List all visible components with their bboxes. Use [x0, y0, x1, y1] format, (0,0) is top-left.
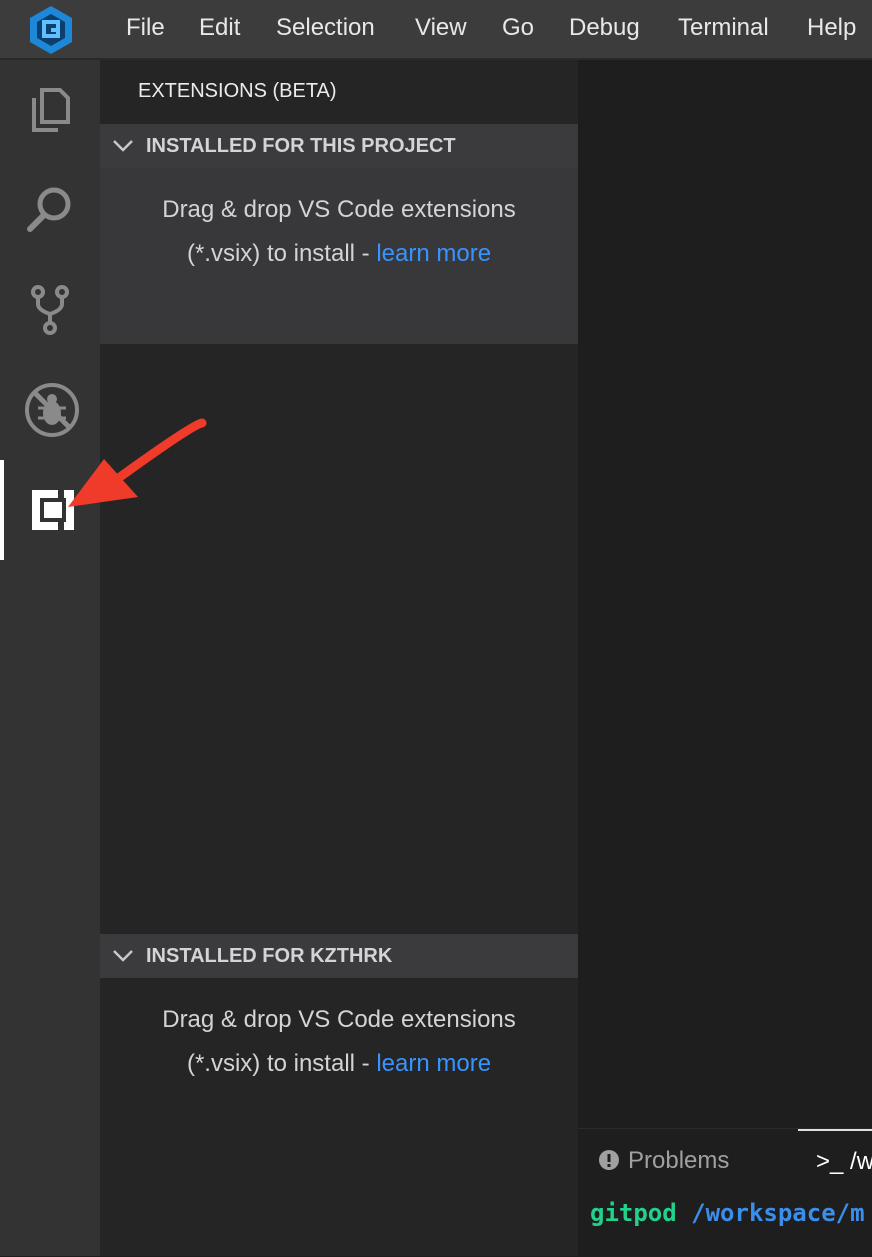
tab-problems-label: Problems: [628, 1147, 730, 1174]
menu-file[interactable]: File: [126, 0, 165, 58]
menu-debug[interactable]: Debug: [569, 0, 640, 58]
menu-selection[interactable]: Selection: [276, 0, 375, 58]
annotation-arrow-icon: [68, 418, 207, 507]
search-button[interactable]: [0, 160, 100, 260]
editor-area[interactable]: [578, 60, 872, 1128]
drop-hint-prefix: (*.vsix) to install -: [186, 240, 377, 267]
drop-hint-prefix: (*.vsix) to install -: [186, 1050, 377, 1077]
bottom-panel: Problems >_ /w gitpod /workspace/m: [578, 1128, 872, 1257]
menu-view[interactable]: View: [415, 0, 467, 58]
explorer-button[interactable]: [0, 60, 100, 160]
drop-hint-line2: (*.vsix) to install - learn more: [100, 232, 578, 276]
menu-edit[interactable]: Edit: [199, 0, 240, 58]
section-header-user[interactable]: INSTALLED FOR KZTHRK: [100, 934, 578, 978]
section-header-project[interactable]: INSTALLED FOR THIS PROJECT: [100, 124, 578, 168]
learn-more-link[interactable]: learn more: [376, 240, 491, 267]
sidebar-title: EXTENSIONS (BETA): [138, 80, 337, 102]
extensions-sidebar: EXTENSIONS (BETA) INSTALLED FOR THIS PRO…: [100, 60, 578, 1256]
drop-hint-line1: Drag & drop VS Code extensions: [162, 196, 516, 223]
section-title-user: INSTALLED FOR KZTHRK: [146, 945, 393, 967]
source-control-button[interactable]: [0, 260, 100, 360]
menu-terminal[interactable]: Terminal: [678, 0, 769, 58]
section-title-project: INSTALLED FOR THIS PROJECT: [146, 135, 456, 157]
active-indicator: [0, 460, 4, 560]
problems-icon: [599, 1150, 619, 1170]
tab-problems[interactable]: Problems: [598, 1137, 729, 1185]
chevron-down-icon: [113, 950, 133, 962]
section-body-project: Drag & drop VS Code extensions (*.vsix) …: [100, 168, 578, 344]
activity-bar: [0, 60, 100, 1256]
drop-hint-line1: Drag & drop VS Code extensions: [162, 1006, 516, 1033]
menu-bar: File Edit Selection View Go Debug Termin…: [0, 0, 872, 60]
files-icon: [32, 88, 70, 132]
terminal-prompt[interactable]: gitpod /workspace/m: [590, 1199, 865, 1227]
search-icon: [27, 187, 71, 232]
gitpod-logo-icon: [30, 6, 72, 54]
source-control-icon: [31, 285, 69, 335]
drop-hint-line2: (*.vsix) to install - learn more: [100, 1042, 578, 1086]
menu-go[interactable]: Go: [502, 0, 534, 58]
tab-terminal[interactable]: >_ /w: [798, 1129, 872, 1187]
chevron-down-icon: [113, 140, 133, 152]
terminal-path: /workspace/m: [691, 1199, 865, 1227]
menu-help[interactable]: Help: [807, 0, 856, 58]
section-body-user: Drag & drop VS Code extensions (*.vsix) …: [100, 978, 578, 1128]
terminal-user: gitpod: [590, 1199, 677, 1227]
tab-terminal-label: >_ /w: [816, 1148, 872, 1175]
learn-more-link[interactable]: learn more: [376, 1050, 491, 1077]
